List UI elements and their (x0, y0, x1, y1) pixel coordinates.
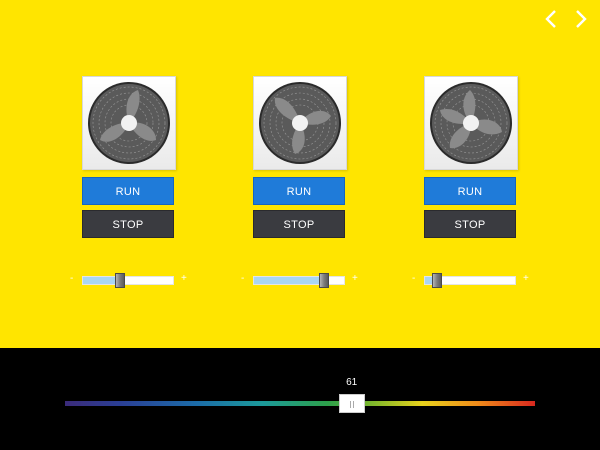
control-panel: RUN STOP - + RUN STOP - + RUN STOP - + (0, 0, 600, 348)
grip-icon (349, 401, 351, 408)
temperature-value: 61 (346, 377, 358, 388)
slider-track[interactable] (424, 273, 516, 288)
fan-icon (424, 76, 518, 170)
slider-track[interactable] (253, 273, 345, 288)
decrease-label: - (70, 273, 74, 284)
slider-track[interactable] (82, 273, 174, 288)
slider-fill (254, 277, 325, 284)
run-button[interactable]: RUN (253, 177, 345, 205)
slider-handle[interactable] (114, 273, 125, 288)
grip-icon (352, 401, 354, 408)
chevron-right-icon[interactable] (570, 8, 590, 30)
increase-label: + (352, 273, 358, 284)
temperature-slider-handle[interactable] (338, 394, 365, 413)
increase-label: + (181, 273, 187, 284)
decrease-label: - (241, 273, 245, 284)
speed-slider[interactable]: - + (241, 272, 361, 288)
run-button[interactable]: RUN (82, 177, 174, 205)
run-button[interactable]: RUN (424, 177, 516, 205)
speed-slider[interactable]: - + (412, 272, 532, 288)
fan-icon (253, 76, 347, 170)
slider-handle[interactable] (431, 273, 442, 288)
speed-slider[interactable]: - + (70, 272, 190, 288)
temperature-spectrum-track[interactable] (65, 401, 535, 406)
decrease-label: - (412, 273, 416, 284)
fan-icon (82, 76, 176, 170)
stop-button[interactable]: STOP (82, 210, 174, 238)
increase-label: + (523, 273, 529, 284)
stop-button[interactable]: STOP (253, 210, 345, 238)
slider-handle[interactable] (319, 273, 330, 288)
chevron-left-icon[interactable] (542, 8, 562, 30)
temperature-bar: 61 (0, 348, 600, 450)
stop-button[interactable]: STOP (424, 210, 516, 238)
